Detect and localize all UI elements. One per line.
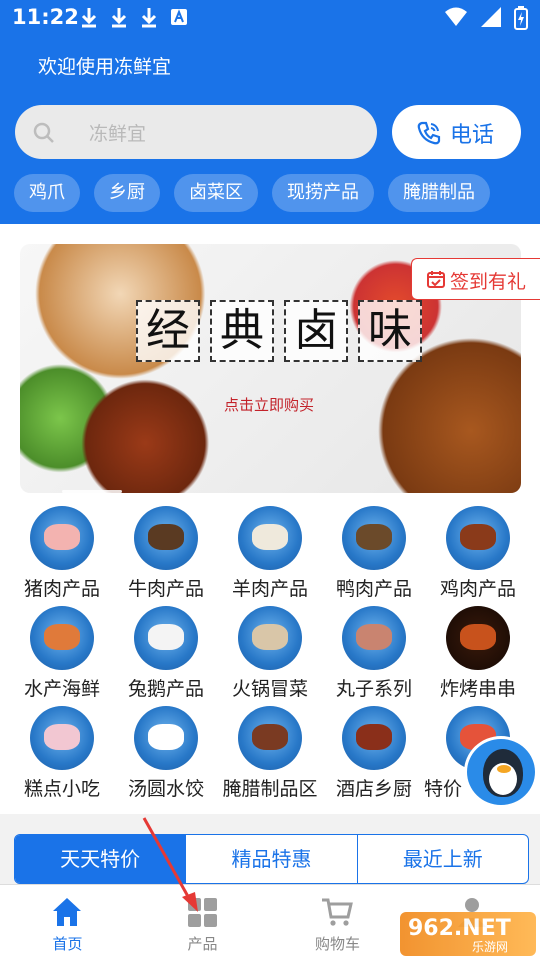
category-item[interactable]: 糕点小吃 — [10, 694, 114, 800]
cured-meat-icon — [238, 706, 302, 770]
header: 11:22 欢迎使用冻鲜宜 冻鲜宜 电话 鸡爪 乡厨 卤菜区 现捞产品 腌腊制品 — [0, 0, 540, 224]
category-item[interactable]: 炸烤串串 — [426, 594, 530, 700]
category-label: 汤圆水饺 — [127, 778, 204, 800]
chip-item[interactable]: 鸡爪 — [14, 174, 80, 212]
category-item[interactable]: 羊肉产品 — [218, 494, 322, 600]
grid-icon — [188, 898, 217, 927]
penguin-beak — [497, 765, 511, 773]
download-icon — [81, 8, 97, 28]
category-item[interactable]: 火锅冒菜 — [218, 594, 322, 700]
banner-title-char: 经 — [136, 300, 200, 362]
signin-label: 签到有礼 — [450, 271, 527, 293]
search-input[interactable]: 冻鲜宜 — [15, 105, 377, 159]
watermark-subtext: 乐游网 — [472, 940, 509, 954]
download-icon — [141, 8, 157, 28]
cow-icon — [134, 506, 198, 570]
welcome-text: 欢迎使用冻鲜宜 — [38, 56, 172, 78]
app-page: 11:22 欢迎使用冻鲜宜 冻鲜宜 电话 鸡爪 乡厨 卤菜区 现捞产品 腌腊制品… — [0, 0, 540, 960]
phone-icon — [417, 121, 441, 145]
search-placeholder: 冻鲜宜 — [89, 123, 147, 145]
goose-icon — [134, 606, 198, 670]
download-icon — [111, 8, 127, 28]
site-watermark: 962.NET 乐游网 — [400, 912, 536, 956]
mascot-float-button[interactable] — [464, 736, 538, 808]
tab-daily-special[interactable]: 天天特价 — [15, 835, 187, 883]
chip-item[interactable]: 腌腊制品 — [388, 174, 490, 212]
banner-indicator — [62, 490, 122, 493]
nav-label: 产品 — [187, 935, 218, 953]
status-system-icons — [444, 6, 528, 30]
hotpot-icon — [238, 606, 302, 670]
banner-title-char: 卤 — [284, 300, 348, 362]
category-item[interactable]: 鸡肉产品 — [426, 494, 530, 600]
cart-icon — [322, 898, 353, 926]
category-label: 腌腊制品区 — [222, 778, 318, 800]
quick-category-chips: 鸡爪 乡厨 卤菜区 现捞产品 腌腊制品 — [14, 174, 490, 212]
battery-icon — [514, 6, 528, 30]
category-item[interactable]: 牛肉产品 — [114, 494, 218, 600]
text-app-icon — [171, 9, 187, 25]
chip-item[interactable]: 现捞产品 — [272, 174, 374, 212]
status-bar: 11:22 — [0, 0, 540, 36]
category-item[interactable]: 猪肉产品 — [10, 494, 114, 600]
nav-label: 购物车 — [314, 935, 360, 953]
meatball-icon — [342, 606, 406, 670]
chip-item[interactable]: 乡厨 — [94, 174, 160, 212]
search-icon — [33, 122, 54, 143]
status-time: 11:22 — [12, 5, 79, 29]
pastry-icon — [30, 706, 94, 770]
chip-item[interactable]: 卤菜区 — [174, 174, 258, 212]
phone-button[interactable]: 电话 — [392, 105, 521, 159]
category-label: 糕点小吃 — [23, 778, 100, 800]
category-grid: 猪肉产品 牛肉产品 羊肉产品 鸭肉产品 鸡肉产品 水产海鲜 兔鹅产品 火锅冒菜 … — [0, 494, 540, 814]
status-notification-icons — [80, 6, 188, 28]
calendar-check-icon — [427, 271, 445, 288]
nav-products[interactable]: 产品 — [135, 885, 270, 960]
dumpling-icon — [134, 706, 198, 770]
category-item[interactable]: 兔鹅产品 — [114, 594, 218, 700]
seafood-icon — [30, 606, 94, 670]
tab-premium-deals[interactable]: 精品特惠 — [186, 835, 358, 883]
banner-title-char: 味 — [358, 300, 422, 362]
category-item[interactable]: 丸子系列 — [322, 594, 426, 700]
category-item[interactable]: 鸭肉产品 — [322, 494, 426, 600]
wifi-icon — [445, 7, 467, 26]
phone-label: 电话 — [450, 123, 495, 148]
category-item[interactable]: 腌腊制品区 — [218, 694, 322, 800]
nav-home[interactable]: 首页 — [0, 885, 135, 960]
home-icon — [53, 898, 81, 926]
pig-icon — [30, 506, 94, 570]
signal-icon — [481, 7, 501, 27]
signin-reward-button[interactable]: 签到有礼 — [411, 258, 540, 300]
dish-icon — [342, 706, 406, 770]
product-tabs: 天天特价 精品特惠 最近上新 — [14, 834, 529, 884]
tab-new-arrivals[interactable]: 最近上新 — [358, 835, 528, 883]
banner-title-char: 典 — [210, 300, 274, 362]
skewer-icon — [446, 606, 510, 670]
product-tabs-section: 天天特价 精品特惠 最近上新 — [0, 814, 540, 884]
sheep-icon — [238, 506, 302, 570]
nav-cart[interactable]: 购物车 — [270, 885, 405, 960]
category-item[interactable]: 水产海鲜 — [10, 594, 114, 700]
chicken-icon — [446, 506, 510, 570]
nav-label: 首页 — [52, 935, 83, 953]
banner-subtitle: 点击立即购买 — [224, 396, 315, 414]
banner-title: 经 典 卤 味 — [136, 300, 422, 362]
duck-icon — [342, 506, 406, 570]
category-item[interactable]: 汤圆水饺 — [114, 694, 218, 800]
